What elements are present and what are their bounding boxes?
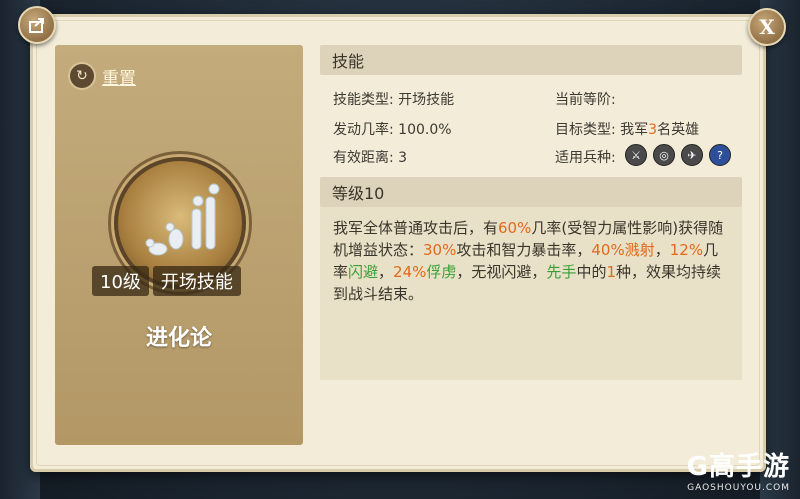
reset-icon: ↻	[68, 62, 96, 90]
desc-part: ，无视闪避，	[456, 263, 547, 281]
level-section-header: 等级10	[320, 177, 742, 207]
share-button[interactable]	[18, 6, 56, 44]
skill-type-tag: 开场技能	[152, 266, 241, 296]
plane-icon[interactable]: ✈	[681, 144, 703, 166]
target-type: 目标类型: 我军3名英雄	[555, 119, 699, 139]
skill-name: 进化论	[145, 326, 212, 351]
desc-keyword: 先手	[546, 263, 577, 281]
watermark-logo: G高手游	[686, 452, 790, 482]
desc-highlight: 1	[606, 263, 616, 281]
skill-type-value: 开场技能	[398, 92, 455, 108]
close-icon: X	[759, 15, 775, 39]
reset-label: 重置	[102, 68, 136, 89]
skill-level: 10级	[92, 266, 149, 296]
trigger-rate: 发动几率: 100.0%	[333, 119, 452, 139]
target-post: 名英雄	[657, 122, 700, 138]
desc-part: 我军全体普通攻击后，有	[333, 219, 499, 237]
skill-description: 我军全体普通攻击后，有60%几率(受智力属性影响)获得随机增益状态：30%攻击和…	[333, 217, 729, 305]
watermark: G高手游 GAOSHOUYOU.COM	[687, 446, 790, 493]
desc-part: ，	[378, 263, 394, 281]
question-icon[interactable]: ?	[709, 144, 731, 166]
desc-part: 攻击和智力暴击率，	[456, 241, 592, 259]
sword-icon[interactable]: ⚔	[625, 144, 647, 166]
desc-highlight: 40%	[591, 241, 625, 259]
desc-keyword: 俘虏	[426, 263, 457, 281]
skill-description-box: 我军全体普通攻击后，有60%几率(受智力属性影响)获得随机增益状态：30%攻击和…	[320, 207, 742, 380]
desc-highlight: 12%	[669, 241, 704, 259]
target-icon[interactable]: ◎	[653, 144, 675, 166]
skill-type-label: 技能类型:	[333, 92, 394, 108]
target-type-label: 目标类型:	[555, 122, 616, 138]
desc-highlight: 溅射	[624, 241, 655, 259]
watermark-url: GAOSHOUYOU.COM	[687, 483, 790, 493]
desc-highlight: 60%	[498, 219, 532, 237]
skill-type: 技能类型: 开场技能	[333, 89, 454, 109]
share-icon	[29, 18, 44, 33]
range-value: 3	[398, 150, 408, 166]
desc-part: ，	[654, 241, 670, 259]
desc-highlight: 24%	[393, 263, 427, 281]
level-section-title: 等级10	[332, 184, 385, 203]
desc-part: 中的	[576, 263, 607, 281]
troop-icons: ⚔ ◎ ✈ ?	[625, 144, 731, 166]
troop-types-label: 适用兵种:	[555, 150, 616, 166]
reset-button[interactable]: ↻ 重置	[68, 62, 136, 90]
current-tier-label: 当前等阶:	[555, 92, 616, 108]
skill-section-header: 技能	[320, 45, 742, 75]
target-pre: 我军	[620, 122, 649, 138]
desc-highlight: 30%	[423, 241, 457, 259]
range-label: 有效距离:	[333, 150, 394, 166]
desc-keyword: 闪避	[348, 263, 379, 281]
target-count: 3	[648, 122, 658, 138]
level-row: 10级 开场技能	[92, 266, 241, 296]
effective-range: 有效距离: 3	[333, 147, 407, 167]
trigger-rate-value: 100.0%	[398, 122, 452, 138]
current-tier: 当前等阶:	[555, 89, 616, 109]
troop-types: 适用兵种:	[555, 147, 616, 167]
close-button[interactable]: X	[748, 8, 786, 46]
background-right	[760, 0, 800, 499]
trigger-rate-label: 发动几率:	[333, 122, 394, 138]
skill-section-title: 技能	[332, 52, 365, 71]
